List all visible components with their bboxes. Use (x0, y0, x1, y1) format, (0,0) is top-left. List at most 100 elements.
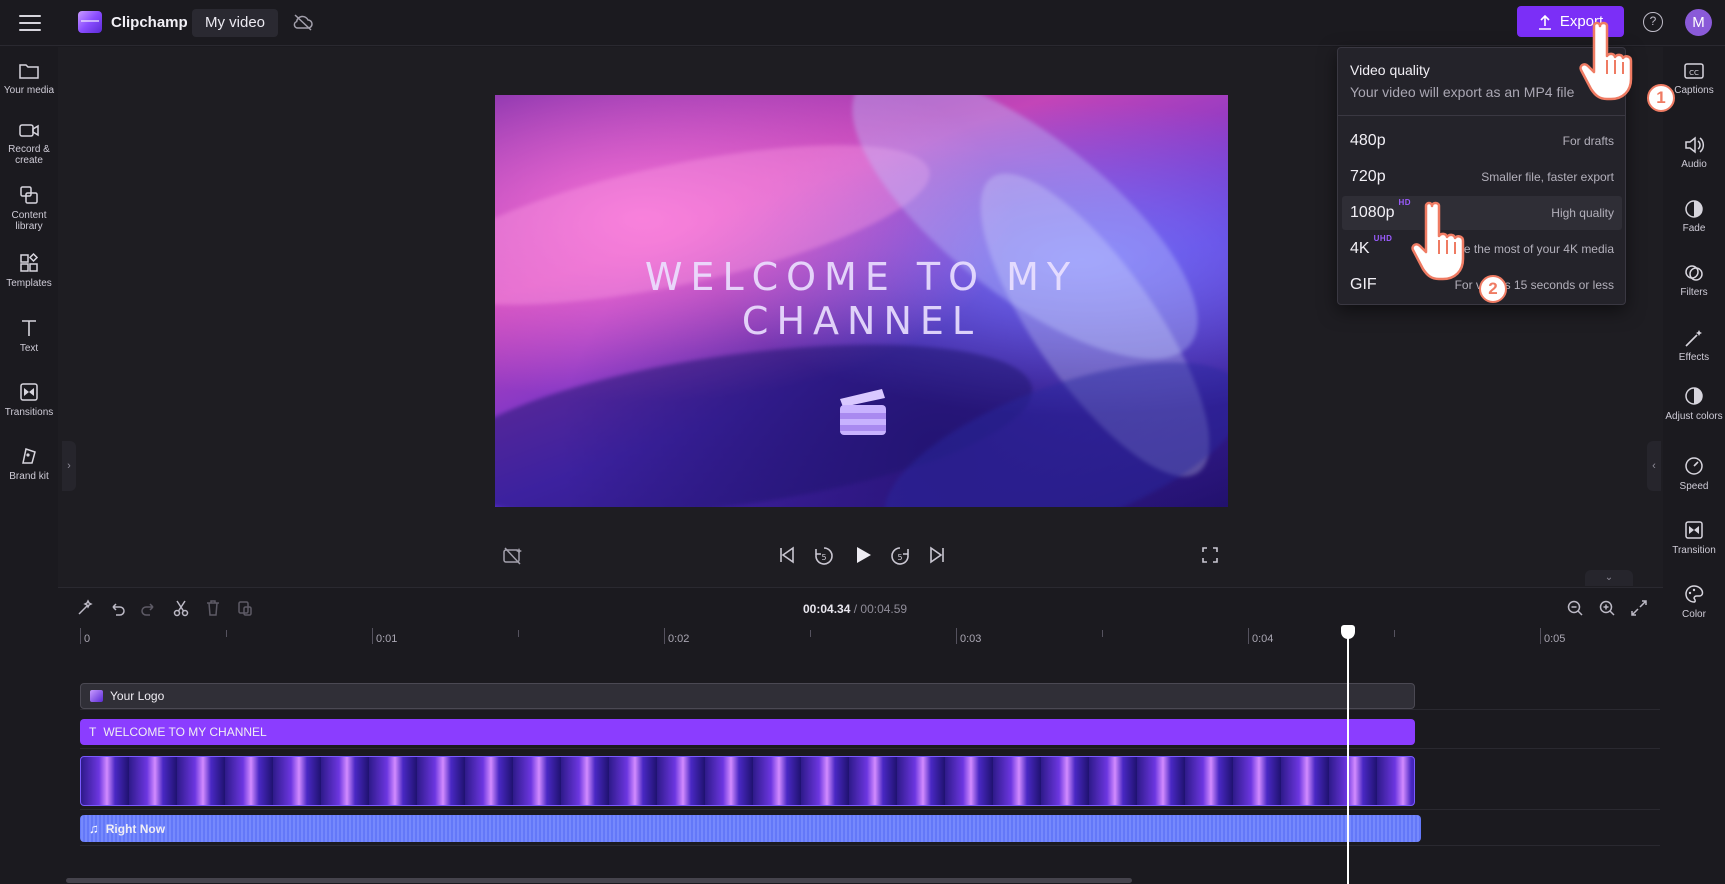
clip-label: Your Logo (110, 689, 165, 703)
captions-icon: CC (1684, 63, 1704, 79)
svg-text:5: 5 (897, 553, 902, 562)
sidebar-item-content-library[interactable]: Content library (0, 184, 58, 232)
text-icon (22, 320, 36, 336)
transition-icon (1685, 521, 1703, 539)
cloud-off-icon[interactable] (292, 13, 314, 31)
export-option-480p[interactable]: 480p For drafts (1342, 124, 1622, 158)
duplicate-icon[interactable] (236, 599, 254, 617)
timeline-clip-video[interactable] (80, 756, 1415, 806)
timeline-clip-audio[interactable]: ♫ Right Now (80, 815, 1421, 842)
time-separator: / (850, 602, 861, 616)
ruler-tick-minor (1394, 630, 1395, 637)
camera-icon (19, 124, 39, 137)
option-name: 480p (1350, 132, 1386, 149)
brand: Clipchamp (78, 11, 188, 33)
playhead-handle[interactable] (1341, 625, 1355, 639)
video-preview[interactable]: WELCOME TO MY CHANNEL (495, 95, 1228, 507)
step-badge-1: 1 (1647, 84, 1675, 112)
text-icon: T (89, 725, 97, 739)
ruler-tick (1248, 628, 1249, 644)
sidebar-item-your-media[interactable]: Your media (0, 61, 58, 96)
skip-back-icon[interactable] (777, 545, 797, 565)
split-icon[interactable] (172, 599, 190, 617)
sidebar-item-adjust-colors[interactable]: Adjust colors (1663, 385, 1725, 422)
current-time: 00:04.34 (803, 602, 851, 616)
timeline-clip-text[interactable]: T WELCOME TO MY CHANNEL (80, 719, 1415, 745)
timeline-clip-logo[interactable]: Your Logo (80, 683, 1415, 709)
effects-icon (1685, 330, 1702, 347)
fullscreen-icon[interactable] (1200, 545, 1220, 565)
project-name-field[interactable]: My video (192, 9, 279, 37)
sidebar-item-fade[interactable]: Fade (1663, 199, 1725, 234)
sidebar-item-speed[interactable]: Speed (1663, 455, 1725, 492)
top-bar: Clipchamp My video Export ? M (0, 0, 1725, 46)
option-name: 720p (1350, 168, 1386, 185)
option-name: GIF (1350, 276, 1377, 293)
sidebar-item-color[interactable]: Color (1663, 583, 1725, 620)
ruler-tick-minor (226, 630, 227, 637)
delete-icon[interactable] (204, 599, 222, 617)
redo-icon[interactable] (140, 599, 158, 617)
color-icon (1685, 585, 1704, 603)
sidebar-item-record-create[interactable]: Record & create (0, 120, 58, 166)
play-icon[interactable] (852, 544, 874, 566)
ruler-label: 0:02 (668, 633, 690, 645)
option-desc: For drafts (1562, 134, 1614, 148)
ruler-tick (1540, 628, 1541, 644)
sidebar-item-label: Transition (1672, 545, 1716, 556)
sidebar-item-label: Record & create (8, 144, 50, 166)
timecode: 00:04.34 / 00:04.59 (803, 602, 907, 616)
option-name: 4K (1350, 240, 1370, 257)
sidebar-item-label: Your media (3, 85, 55, 96)
rewind-5-icon[interactable]: 5 (813, 545, 835, 567)
avatar[interactable]: M (1685, 9, 1712, 36)
playhead[interactable] (1347, 632, 1349, 884)
fade-icon (1685, 200, 1703, 218)
templates-icon (20, 252, 39, 272)
sidebar-item-label: Fade (1682, 223, 1706, 234)
expand-left-panel-button[interactable]: › (62, 441, 76, 491)
zoom-out-icon[interactable] (1566, 599, 1584, 617)
sidebar-item-label: Audio (1681, 159, 1707, 170)
ruler-tick (956, 628, 957, 644)
sidebar-item-label: Text (19, 343, 39, 354)
sidebar-item-label: Filters (1680, 287, 1708, 298)
zoom-in-icon[interactable] (1598, 599, 1616, 617)
timeline-scrollbar[interactable] (66, 878, 1132, 883)
option-desc: High quality (1551, 206, 1614, 220)
sidebar-item-text[interactable]: Text (0, 317, 58, 354)
filters-icon (1685, 265, 1703, 281)
sidebar-item-filters[interactable]: Filters (1663, 263, 1725, 298)
undo-icon[interactable] (108, 599, 126, 617)
ruler-label: 0:05 (1544, 633, 1566, 645)
brand-kit-icon (22, 448, 36, 464)
ruler-tick-minor (1102, 630, 1103, 637)
sidebar-item-templates[interactable]: Templates (0, 252, 58, 289)
sidebar-item-transitions[interactable]: Transitions (0, 381, 58, 418)
timeline-ruler[interactable]: 0 0:01 0:02 0:03 0:04 0:05 (80, 628, 1663, 652)
sidebar-item-effects[interactable]: Effects (1663, 328, 1725, 363)
sidebar-item-brand-kit[interactable]: Brand kit (0, 445, 58, 482)
sidebar-item-label: Brand kit (9, 471, 49, 482)
magic-camera-icon[interactable] (502, 545, 524, 567)
preview-title-line1: WELCOME TO MY (644, 255, 1079, 299)
export-option-720p[interactable]: 720p Smaller file, faster export (1342, 160, 1622, 194)
sidebar-item-label: Templates (6, 278, 52, 289)
clip-label: Right Now (105, 821, 166, 836)
fit-timeline-icon[interactable] (1630, 599, 1648, 617)
forward-5-icon[interactable]: 5 (889, 545, 911, 567)
expand-right-panel-button[interactable]: ‹ (1647, 441, 1661, 491)
menu-icon[interactable] (18, 12, 42, 34)
ruler-label: 0 (84, 633, 91, 645)
sidebar-item-label: Captions (1674, 85, 1714, 96)
sidebar-item-label: Effects (1678, 352, 1710, 363)
sidebar-item-audio[interactable]: Audio (1663, 135, 1725, 170)
magic-wand-icon[interactable] (76, 599, 94, 617)
export-option-1080p[interactable]: 1080p HD High quality (1342, 196, 1622, 230)
sidebar-item-transition[interactable]: Transition (1663, 519, 1725, 556)
skip-forward-icon[interactable] (927, 545, 947, 565)
export-menu-subtitle: Your video will export as an MP4 file (1350, 84, 1575, 100)
brand-name: Clipchamp (111, 13, 188, 31)
export-option-4k[interactable]: 4K UHD Make the most of your 4K media (1342, 232, 1622, 266)
collapse-timeline-button[interactable]: ⌄ (1585, 570, 1633, 586)
